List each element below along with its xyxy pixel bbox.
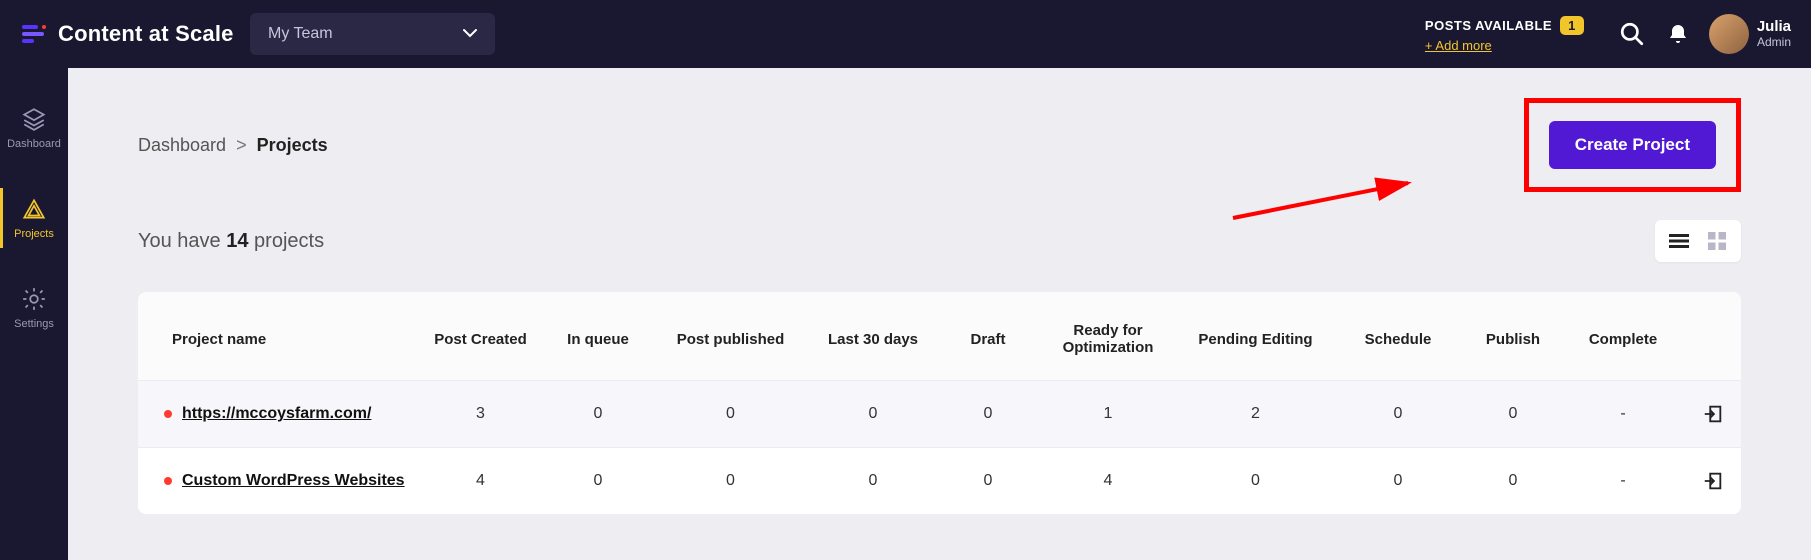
status-dot-icon bbox=[164, 410, 172, 418]
create-project-button[interactable]: Create Project bbox=[1549, 121, 1716, 169]
notifications-button[interactable] bbox=[1661, 17, 1695, 51]
view-toggle bbox=[1655, 220, 1741, 262]
brand-name: Content at Scale bbox=[58, 21, 234, 47]
grid-icon bbox=[1708, 232, 1726, 250]
table-header: Project name Post Created In queue Post … bbox=[138, 292, 1741, 380]
col-post-published: Post published bbox=[653, 331, 808, 348]
posts-available-badge: 1 bbox=[1560, 16, 1584, 35]
view-grid-button[interactable] bbox=[1699, 226, 1735, 256]
breadcrumb-parent[interactable]: Dashboard bbox=[138, 135, 226, 156]
view-list-button[interactable] bbox=[1661, 226, 1697, 256]
posts-available: POSTS AVAILABLE 1 + Add more bbox=[1425, 16, 1584, 53]
user-name: Julia bbox=[1757, 19, 1791, 36]
posts-available-label: POSTS AVAILABLE bbox=[1425, 18, 1552, 33]
search-button[interactable] bbox=[1615, 17, 1649, 51]
create-project-highlight: Create Project bbox=[1524, 98, 1741, 192]
user-menu[interactable]: Julia Admin bbox=[1709, 14, 1791, 54]
list-icon bbox=[1669, 233, 1689, 249]
projects-table: Project name Post Created In queue Post … bbox=[138, 292, 1741, 514]
open-project-button[interactable] bbox=[1683, 470, 1741, 492]
col-draft: Draft bbox=[938, 331, 1038, 348]
project-link[interactable]: https://mccoysfarm.com/ bbox=[182, 405, 371, 423]
breadcrumb-sep: > bbox=[236, 135, 247, 156]
open-project-button[interactable] bbox=[1683, 403, 1741, 425]
team-selector[interactable]: My Team bbox=[250, 13, 495, 55]
col-post-created: Post Created bbox=[418, 331, 543, 348]
col-last-30: Last 30 days bbox=[808, 331, 938, 348]
avatar bbox=[1709, 14, 1749, 54]
col-project-name: Project name bbox=[158, 331, 418, 348]
user-role: Admin bbox=[1757, 36, 1791, 49]
triangle-icon bbox=[21, 196, 47, 222]
add-more-link[interactable]: + Add more bbox=[1425, 38, 1492, 53]
sidebar-item-dashboard[interactable]: Dashboard bbox=[0, 98, 68, 158]
col-in-queue: In queue bbox=[543, 331, 653, 348]
sidebar-item-settings[interactable]: Settings bbox=[0, 278, 68, 338]
main-content: Dashboard > Projects Create Project You … bbox=[68, 68, 1811, 560]
enter-icon bbox=[1702, 403, 1724, 425]
col-pending: Pending Editing bbox=[1178, 331, 1333, 348]
team-selected-label: My Team bbox=[268, 25, 333, 43]
logo-icon bbox=[20, 20, 48, 48]
annotation-arrow-icon bbox=[1228, 163, 1428, 233]
layers-icon bbox=[21, 106, 47, 132]
chevron-down-icon bbox=[463, 27, 477, 41]
sidebar: Dashboard Projects Settings bbox=[0, 68, 68, 560]
breadcrumb-current: Projects bbox=[257, 135, 328, 156]
table-row[interactable]: Custom WordPress Websites 4 0 0 0 0 4 0 … bbox=[138, 447, 1741, 514]
gear-icon bbox=[21, 286, 47, 312]
col-publish: Publish bbox=[1463, 331, 1563, 348]
project-link[interactable]: Custom WordPress Websites bbox=[182, 472, 405, 490]
breadcrumb: Dashboard > Projects bbox=[138, 135, 328, 156]
col-ready: Ready for Optimization bbox=[1038, 322, 1178, 356]
col-complete: Complete bbox=[1563, 331, 1683, 348]
brand-logo[interactable]: Content at Scale bbox=[20, 20, 250, 48]
project-count: You have 14 projects bbox=[138, 230, 324, 253]
search-icon bbox=[1619, 21, 1645, 47]
status-dot-icon bbox=[164, 477, 172, 485]
col-schedule: Schedule bbox=[1333, 331, 1463, 348]
table-row[interactable]: https://mccoysfarm.com/ 3 0 0 0 0 1 2 0 … bbox=[138, 380, 1741, 447]
sidebar-item-projects[interactable]: Projects bbox=[0, 188, 68, 248]
top-bar: Content at Scale My Team POSTS AVAILABLE… bbox=[0, 0, 1811, 68]
bell-icon bbox=[1666, 22, 1690, 46]
enter-icon bbox=[1702, 470, 1724, 492]
